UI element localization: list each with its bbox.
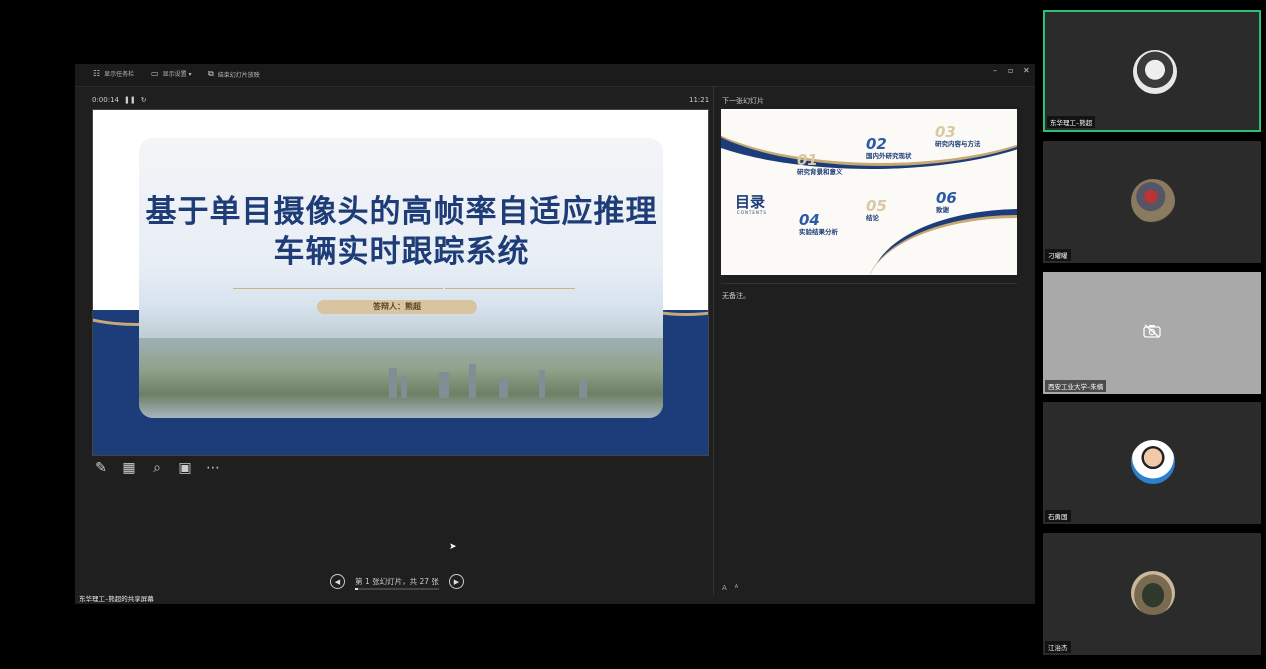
next-slide-button[interactable]: ▶	[449, 574, 464, 589]
avatar	[1131, 179, 1175, 223]
presenter-toolbar: ☷ 显示任务栏 ▭ 显示设置 ▾ ⧉ 结束幻灯片放映 – ▫ ✕	[75, 64, 1035, 87]
see-all-slides-icon[interactable]: ▦	[121, 460, 137, 476]
slide-title: 基于单目摄像头的高帧率自适应推理 车辆实时跟踪系统	[145, 194, 658, 270]
more-options-icon[interactable]: ⋯	[205, 460, 221, 476]
next-slide-preview[interactable]: 目录 CONTENTS 01 研究背景和意义 02 国内外研究现状 03 研究内…	[721, 109, 1017, 275]
next-slide-label: 下一张幻灯片	[722, 97, 764, 105]
avatar	[1131, 571, 1175, 615]
timer: 0:00:14 ❚❚ ↻	[92, 96, 147, 104]
display-settings-button[interactable]: ▭ 显示设置 ▾	[151, 69, 191, 78]
avatar	[1133, 50, 1177, 94]
toc-item: 05 结论	[866, 197, 887, 222]
decrease-font-button[interactable]: A	[735, 584, 738, 592]
toc-heading-sub: CONTENTS	[737, 210, 767, 215]
taskbar-icon: ☷	[93, 69, 101, 78]
participant-tile[interactable]: 石勇国	[1043, 402, 1261, 524]
zoom-icon[interactable]: ⌕	[149, 460, 165, 476]
show-taskbar-button[interactable]: ☷ 显示任务栏	[93, 69, 134, 78]
minimize-button[interactable]: –	[993, 66, 997, 75]
toc-item: 04 实验结果分析	[799, 211, 838, 236]
increase-font-button[interactable]: A	[722, 584, 727, 592]
camera-off-icon	[1143, 324, 1161, 338]
participant-tile[interactable]: 江治杰	[1043, 533, 1261, 655]
slide-counter[interactable]: 第 1 张幻灯片，共 27 张	[353, 576, 441, 590]
city-photo-card	[139, 138, 663, 418]
speaker-notes[interactable]: 无备注。	[722, 291, 750, 301]
avatar	[1131, 440, 1175, 484]
pause-icon[interactable]: ❚❚	[124, 96, 136, 104]
previous-slide-button[interactable]: ◀	[330, 574, 345, 589]
slide-progress-bar	[355, 588, 439, 590]
notes-font-controls: A A	[722, 584, 738, 592]
toc-heading: 目录	[735, 193, 766, 211]
restart-icon[interactable]: ↻	[141, 96, 147, 104]
participant-tile[interactable]: 西安工业大学–朱楠	[1043, 272, 1261, 394]
mouse-cursor-icon: ➤	[449, 542, 457, 552]
elapsed-time: 0:00:14	[92, 96, 119, 104]
toc-item: 06 致谢	[936, 189, 957, 214]
title-divider-left	[233, 288, 443, 289]
slide-navigation: ◀ 第 1 张幻灯片，共 27 张 ▶	[330, 574, 464, 590]
title-divider-right	[445, 288, 575, 289]
presenter-name-badge: 答辩人：熊超	[317, 300, 477, 314]
clock: 11:21	[689, 96, 710, 104]
participant-tile[interactable]: 刁曜曜	[1043, 141, 1261, 263]
city-skyline	[139, 338, 663, 418]
end-show-button[interactable]: ⧉ 结束幻灯片放映	[208, 69, 260, 79]
current-slide[interactable]: 基于单目摄像头的高帧率自适应推理 车辆实时跟踪系统 答辩人：熊超	[92, 109, 709, 456]
black-screen-icon[interactable]: ▣	[177, 460, 193, 476]
pen-icon[interactable]: ✎	[93, 460, 109, 476]
participant-tile[interactable]: 东华理工–熊超	[1043, 10, 1261, 132]
end-show-icon: ⧉	[208, 69, 214, 78]
close-button[interactable]: ✕	[1023, 66, 1030, 75]
slide-tools: ✎ ▦ ⌕ ▣ ⋯	[93, 460, 221, 476]
panel-divider[interactable]	[713, 86, 714, 596]
notes-separator	[721, 283, 1017, 284]
toc-item: 03 研究内容与方法	[935, 123, 981, 148]
toc-item: 01 研究背景和意义	[797, 151, 843, 176]
maximize-button[interactable]: ▫	[1008, 66, 1013, 75]
screen-share-caption: 东华理工–熊超的共享屏幕	[79, 595, 154, 603]
display-icon: ▭	[151, 69, 159, 78]
presenter-view-window: ☷ 显示任务栏 ▭ 显示设置 ▾ ⧉ 结束幻灯片放映 – ▫ ✕ 0:00:14…	[75, 64, 1035, 604]
toc-item: 02 国内外研究现状	[866, 135, 912, 160]
slide-progress-fill	[355, 588, 359, 590]
